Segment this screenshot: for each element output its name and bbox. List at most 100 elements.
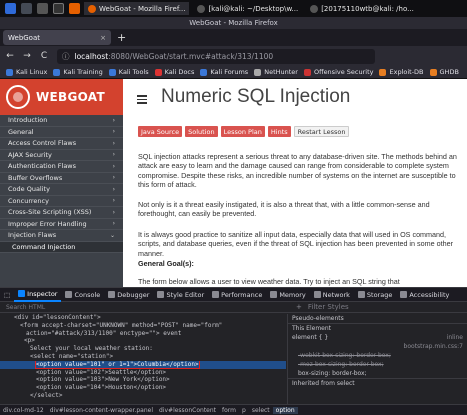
breadcrumb-item[interactable]: form — [219, 407, 239, 414]
html-node[interactable]: <option value="104">Houston</option> — [0, 384, 286, 392]
restart-lesson-button[interactable]: Restart Lesson — [293, 126, 350, 137]
new-tab-button[interactable]: + — [117, 31, 126, 44]
close-tab-icon[interactable]: × — [100, 34, 106, 42]
bookmark-kali-docs[interactable]: Kali Docs — [154, 68, 194, 76]
css-declaration[interactable]: -moz-box-sizing: border-box; — [288, 360, 467, 369]
exploit-db-icon — [379, 68, 387, 76]
kali-icon — [200, 68, 208, 76]
kali-icon — [108, 68, 116, 76]
bookmarks-bar: Kali Linux Kali Training Kali Tools Kali… — [0, 66, 467, 79]
console-icon — [65, 291, 73, 298]
add-node-icon[interactable]: + — [296, 303, 302, 311]
breadcrumb-item[interactable]: div.col-md-12 — [0, 407, 47, 414]
html-node[interactable]: </select> — [0, 392, 286, 400]
html-node[interactable]: <div id="lessonContent"> — [0, 314, 286, 322]
taskbar-window-terminal-1[interactable]: [kali@kali: ~/Desktop\w... — [193, 2, 302, 15]
url-bar[interactable]: ⓘ localhost:8080/WebGoat/start.mvc#attac… — [57, 48, 375, 64]
html-node[interactable]: action="#attack/313/1100" enctype=""> ev… — [0, 330, 286, 338]
filter-styles-input[interactable]: Filter Styles — [308, 303, 349, 311]
forward-button[interactable]: → — [20, 51, 34, 61]
bookmark-kali-tools[interactable]: Kali Tools — [108, 68, 149, 76]
breadcrumb-item-active[interactable]: option — [272, 407, 298, 414]
solution-button[interactable]: Solution — [185, 126, 218, 137]
bookmark-kali-forums[interactable]: Kali Forums — [200, 68, 248, 76]
reload-button[interactable]: C — [37, 51, 51, 61]
breadcrumb-item[interactable]: select — [249, 407, 273, 414]
firefox-icon[interactable] — [69, 3, 80, 14]
back-button[interactable]: ← — [3, 51, 17, 61]
sidebar-item-concurrency[interactable]: Concurrency › — [0, 196, 123, 207]
tab-debugger[interactable]: Debugger — [104, 288, 153, 302]
selected-option-node[interactable]: <option value="101" or 1=1">Columbia</op… — [0, 360, 286, 369]
taskbar-window-terminal-2[interactable]: [20175110wtb@kali: /ho... — [306, 2, 418, 15]
bookmark-kali-training[interactable]: Kali Training — [53, 68, 103, 76]
chevron-right-icon: › — [112, 174, 115, 182]
menu-toggle-icon[interactable] — [137, 95, 147, 104]
webgoat-logo[interactable]: WEBGOAT — [0, 79, 123, 115]
sidebar-subitem-command-injection[interactable]: Command Injection — [0, 241, 123, 253]
tab-network[interactable]: Network — [310, 288, 354, 302]
lesson-content: Numeric SQL Injection Java Source Soluti… — [123, 79, 467, 287]
html-node[interactable]: <option value="102">Seattle</option> — [0, 369, 286, 377]
breadcrumb-item[interactable]: div#lesson-content-wrapper.panel — [47, 407, 156, 414]
sidebar-item-ajax-security[interactable]: AJAX Security › — [0, 150, 123, 161]
breadcrumb-item[interactable]: p — [239, 407, 249, 414]
html-node[interactable]: <select name="station"> — [0, 353, 286, 361]
html-node[interactable]: <form accept-charset="UNKNOWN" method="P… — [0, 322, 286, 330]
bookmark-exploit-db[interactable]: Exploit-DB — [379, 68, 424, 76]
tab-storage[interactable]: Storage — [354, 288, 396, 302]
breadcrumb-item[interactable]: div#lessonContent — [156, 407, 219, 414]
terminal-icon[interactable] — [53, 3, 64, 14]
window-title: WebGoat - Mozilla Firefox — [0, 17, 467, 29]
bookmark-offensive-security[interactable]: Offensive Security — [303, 68, 373, 76]
sidebar-item-buffer-overflows[interactable]: Buffer Overflows › — [0, 173, 123, 184]
tab-memory[interactable]: Memory — [266, 288, 309, 302]
network-icon — [313, 291, 321, 298]
html-search-input[interactable]: Search HTML — [6, 304, 156, 311]
sidebar-item-general[interactable]: General › — [0, 127, 123, 138]
css-declaration[interactable]: box-sizing: border-box; — [288, 369, 467, 378]
kali-menu-icon[interactable] — [5, 3, 16, 14]
inspector-icon — [18, 290, 26, 297]
java-source-button[interactable]: Java Source — [138, 126, 183, 137]
taskbar-window-firefox[interactable]: WebGoat - Mozilla Firef... — [84, 2, 190, 15]
sidebar-item-introduction[interactable]: Introduction › — [0, 115, 123, 127]
devtools-toolbar: Search HTML + Filter Styles — [0, 302, 467, 313]
lesson-plan-button[interactable]: Lesson Plan — [220, 126, 265, 137]
tab-console[interactable]: Console — [61, 288, 104, 302]
kali-icon — [154, 68, 162, 76]
pseudo-elements-toggle[interactable]: Pseudo-elements — [288, 314, 467, 324]
tab-performance[interactable]: Performance — [208, 288, 266, 302]
sidebar-item-error-handling[interactable]: Improper Error Handling › — [0, 219, 123, 230]
css-declaration[interactable]: -webkit-box-sizing: border-box; — [288, 351, 467, 360]
lesson-paragraph: Not only is it a threat easily instigate… — [138, 200, 430, 219]
html-node[interactable]: <p> — [0, 337, 286, 345]
tab-accessibility[interactable]: Accessibility — [396, 288, 453, 302]
nethunter-icon — [254, 68, 262, 76]
html-text-node[interactable]: Select your local weather station: — [0, 345, 286, 353]
ghdb-icon — [429, 68, 437, 76]
tab-style-editor[interactable]: Style Editor — [153, 288, 208, 302]
html-node[interactable]: <option value="103">New York</option> — [0, 376, 286, 384]
bookmark-kali-linux[interactable]: Kali Linux — [6, 68, 47, 76]
chevron-right-icon: › — [112, 139, 115, 147]
bookmark-nethunter[interactable]: NetHunter — [254, 68, 298, 76]
element-picker-icon[interactable]: ⬚ — [0, 288, 14, 302]
sidebar-item-xss[interactable]: Cross-Site Scripting (XSS) › — [0, 207, 123, 219]
sidebar-item-access-control[interactable]: Access Control Flaws › — [0, 138, 123, 150]
sidebar-item-injection-flaws[interactable]: Injection Flaws ⌄ — [0, 230, 123, 242]
tab-webgoat[interactable]: WebGoat × — [3, 30, 111, 45]
chevron-right-icon: › — [112, 151, 115, 159]
os-taskbar: WebGoat - Mozilla Firef... [kali@kali: ~… — [0, 0, 467, 17]
debugger-icon — [108, 291, 116, 298]
files-icon[interactable] — [37, 3, 48, 14]
page-info-icon[interactable]: ⓘ — [62, 51, 70, 62]
sidebar-item-authentication[interactable]: Authentication Flaws › — [0, 161, 123, 173]
bookmark-ghdb[interactable]: GHDB — [429, 68, 459, 76]
tab-inspector[interactable]: Inspector — [14, 288, 62, 302]
css-rule-source[interactable]: bootstrap.min.css:7 — [288, 342, 467, 351]
desktop-icon[interactable] — [21, 3, 32, 14]
css-rule[interactable]: element { } inline — [288, 333, 467, 342]
sidebar-item-code-quality[interactable]: Code Quality › — [0, 184, 123, 196]
hints-button[interactable]: Hints — [267, 126, 291, 137]
